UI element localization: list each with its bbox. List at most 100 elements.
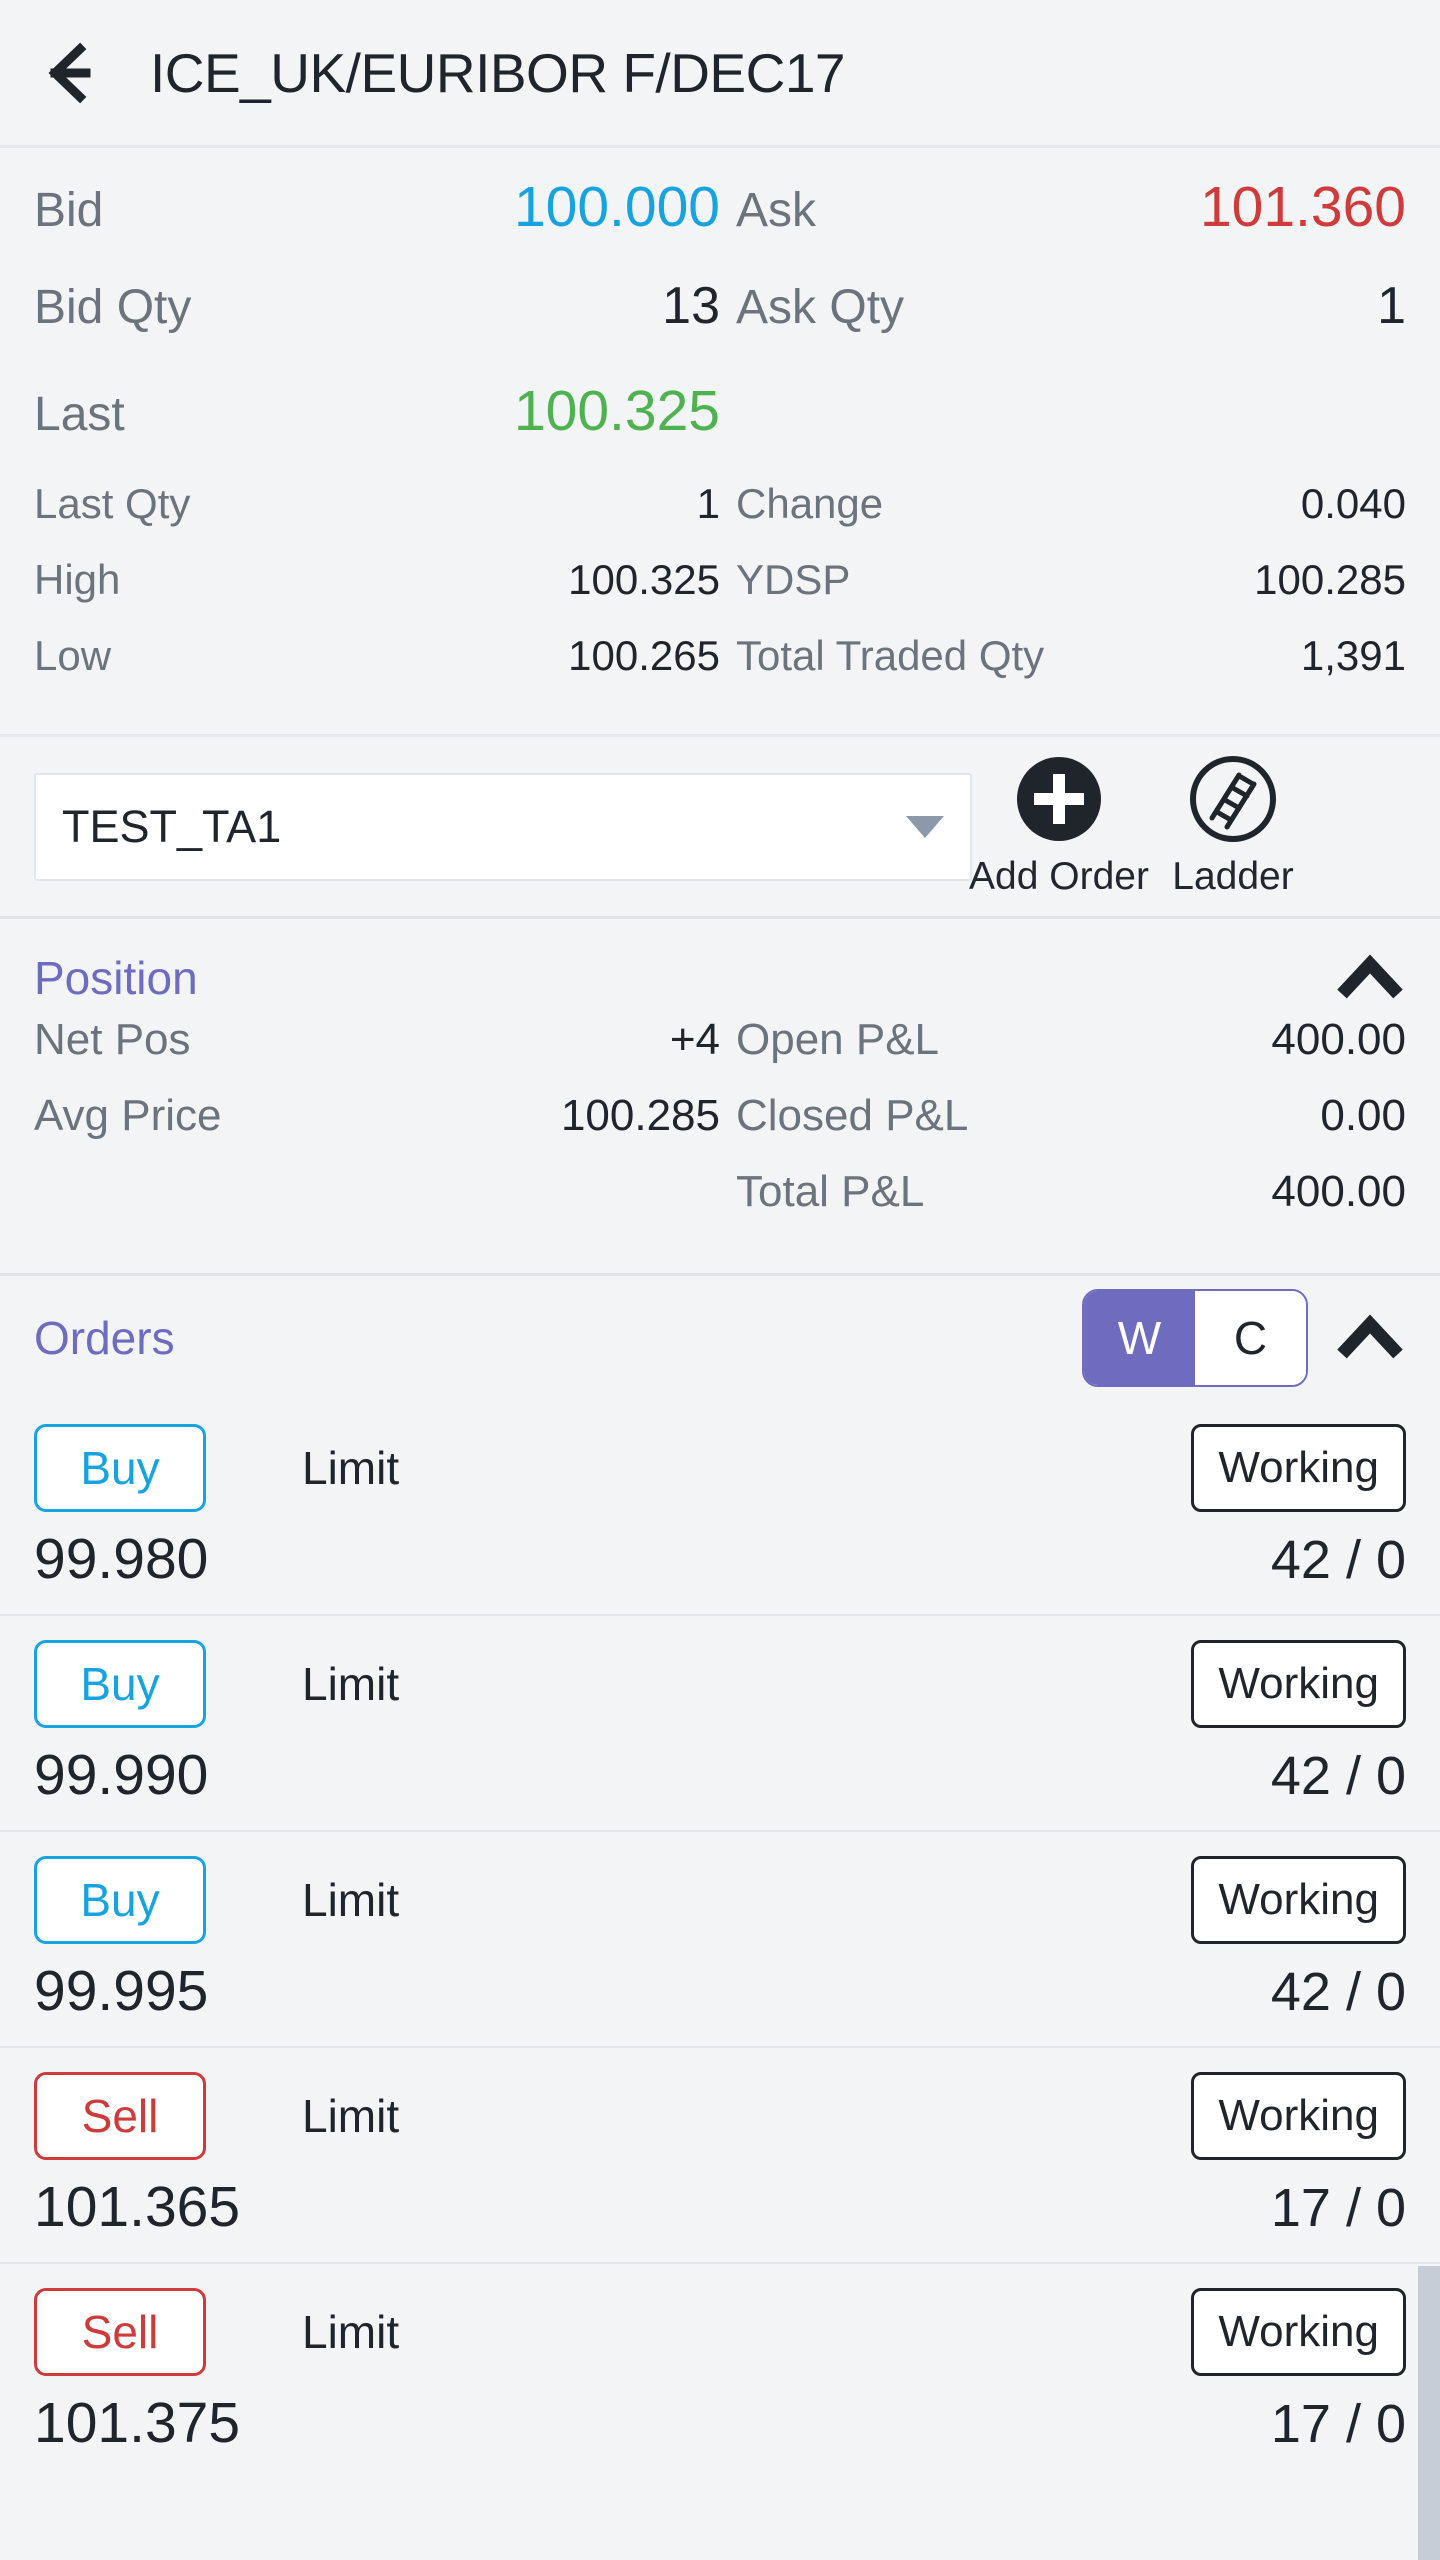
order-quantity: 42 / 0 [1270,1530,1406,1590]
order-row[interactable]: Sell Limit Working 101.375 17 / 0 [0,2264,1440,2480]
order-row-bottom: 99.990 42 / 0 [34,1742,1406,1808]
order-status-badge: Working [1191,1424,1406,1512]
orders-section-header: Orders W C [0,1276,1440,1400]
order-row-top: Sell Limit Working [34,2282,1406,2382]
orders-filter-toggle[interactable]: W C [1082,1289,1308,1387]
quote-cell-bid-qty: Bid Qty 13 [34,276,720,336]
total-traded-qty-label: Total Traded Qty [736,632,1045,679]
order-status-badge: Working [1191,2288,1406,2376]
quote-cell-ydsp: YDSP 100.285 [720,556,1406,604]
order-quantity: 42 / 0 [1270,1962,1406,2022]
open-pnl-value: 400.00 [1271,1015,1406,1064]
total-traded-qty-value: 1,391 [1300,632,1406,679]
bid-qty-value: 13 [662,277,720,335]
position-title: Position [34,952,198,1004]
ask-qty-value: 1 [1377,277,1406,335]
account-select-value: TEST_TA1 [62,800,282,852]
ask-qty-label: Ask Qty [736,281,905,334]
avg-price-label: Avg Price [34,1091,222,1140]
quote-panel: Bid 100.000 Ask 101.360 Bid Qty 13 Ask Q… [0,148,1440,737]
orders-title: Orders [34,1312,175,1364]
order-row[interactable]: Buy Limit Working 99.995 42 / 0 [0,1832,1440,2048]
title-bar: ICE_UK/EURIBOR F/DEC17 [0,0,1440,148]
ydsp-value: 100.285 [1254,556,1406,603]
quote-cell-ask: Ask 101.360 [720,174,1406,240]
order-row-bottom: 99.995 42 / 0 [34,1958,1406,2024]
low-label: Low [34,632,112,679]
last-qty-label: Last Qty [34,480,191,527]
order-row-top: Sell Limit Working [34,2066,1406,2166]
ask-value: 101.360 [1199,175,1406,239]
quote-cell-last: Last 100.325 [34,378,720,444]
position-cell-closed-pnl: Closed P&L 0.00 [720,1091,1406,1141]
ladder-button[interactable]: Ladder [1146,755,1320,899]
change-value: 0.040 [1300,480,1406,527]
high-label: High [34,556,121,603]
total-pnl-label: Total P&L [736,1167,925,1216]
quote-row-low-totaltraded: Low 100.265 Total Traded Qty 1,391 [34,632,1406,708]
chevron-down-icon [906,815,944,838]
closed-pnl-value: 0.00 [1320,1091,1406,1140]
order-price: 99.980 [34,1527,209,1591]
position-row-avgprice-closedpnl: Avg Price 100.285 Closed P&L 0.00 [34,1091,1406,1167]
order-price: 99.990 [34,1743,209,1807]
back-arrow-icon[interactable] [34,36,108,110]
high-value: 100.325 [568,556,720,603]
quote-row-lastqty-change: Last Qty 1 Change 0.040 [34,480,1406,556]
orders-list: Buy Limit Working 99.980 42 / 0 Buy Limit Worki… [0,1400,1440,2480]
ladder-label: Ladder [1172,854,1294,898]
position-cell-avg-price: Avg Price 100.285 [34,1091,720,1141]
orders-collapse-chevron-up-icon[interactable] [1334,1310,1406,1366]
order-quantity: 17 / 0 [1270,2394,1406,2454]
last-qty-value: 1 [696,480,720,527]
order-type-label: Limit [302,1442,400,1494]
add-order-label: Add Order [969,854,1149,898]
order-type-label: Limit [302,2090,400,2142]
position-cell-net-pos: Net Pos +4 [34,1015,720,1065]
order-side-badge: Sell [34,2072,206,2160]
add-order-button[interactable]: Add Order [969,755,1149,899]
total-pnl-value: 400.00 [1271,1167,1406,1216]
low-value: 100.265 [568,632,720,679]
closed-pnl-label: Closed P&L [736,1091,969,1140]
order-type-label: Limit [302,1874,400,1926]
trading-instrument-screen: ICE_UK/EURIBOR F/DEC17 Bid 100.000 Ask 1… [0,0,1440,2560]
position-section-header: Position [34,941,1406,1015]
orders-filter-working[interactable]: W [1084,1291,1195,1385]
last-value: 100.325 [513,379,720,443]
order-side-badge: Buy [34,1424,206,1512]
bid-label: Bid [34,184,104,237]
order-quantity: 17 / 0 [1270,2178,1406,2238]
order-row[interactable]: Sell Limit Working 101.365 17 / 0 [0,2048,1440,2264]
order-status-badge: Working [1191,1856,1406,1944]
ladder-icon [1189,755,1277,843]
quote-cell-ask-qty: Ask Qty 1 [720,276,1406,336]
order-type-label: Limit [302,1658,400,1710]
order-side-badge: Buy [34,1856,206,1944]
net-pos-value: +4 [669,1015,720,1064]
page-title: ICE_UK/EURIBOR F/DEC17 [150,41,846,104]
vertical-scrollbar[interactable] [1418,2266,1440,2560]
order-side-badge: Buy [34,1640,206,1728]
order-price: 99.995 [34,1959,209,2023]
last-label: Last [34,388,125,441]
orders-filter-cancelled[interactable]: C [1195,1291,1306,1385]
quote-row-high-ydsp: High 100.325 YDSP 100.285 [34,556,1406,632]
order-quantity: 42 / 0 [1270,1746,1406,1806]
order-price: 101.375 [34,2391,241,2455]
order-row-top: Buy Limit Working [34,1418,1406,1518]
quote-row-bidqty-askqty: Bid Qty 13 Ask Qty 1 [34,276,1406,378]
position-row-totalpnl: Total P&L 400.00 [34,1167,1406,1243]
plus-circle-icon [1015,755,1103,843]
change-label: Change [736,480,884,527]
order-row-bottom: 101.375 17 / 0 [34,2390,1406,2456]
position-cell-total-pnl: Total P&L 400.00 [720,1167,1406,1217]
order-status-badge: Working [1191,2072,1406,2160]
order-row[interactable]: Buy Limit Working 99.990 42 / 0 [0,1616,1440,1832]
position-section: Position Net Pos +4 Open P&L 400.00 Avg … [0,919,1440,1276]
order-row-top: Buy Limit Working [34,1850,1406,1950]
quote-row-last: Last 100.325 [34,378,1406,480]
account-select[interactable]: TEST_TA1 [34,772,972,881]
order-row[interactable]: Buy Limit Working 99.980 42 / 0 [0,1400,1440,1616]
position-collapse-chevron-up-icon[interactable] [1334,950,1406,1006]
